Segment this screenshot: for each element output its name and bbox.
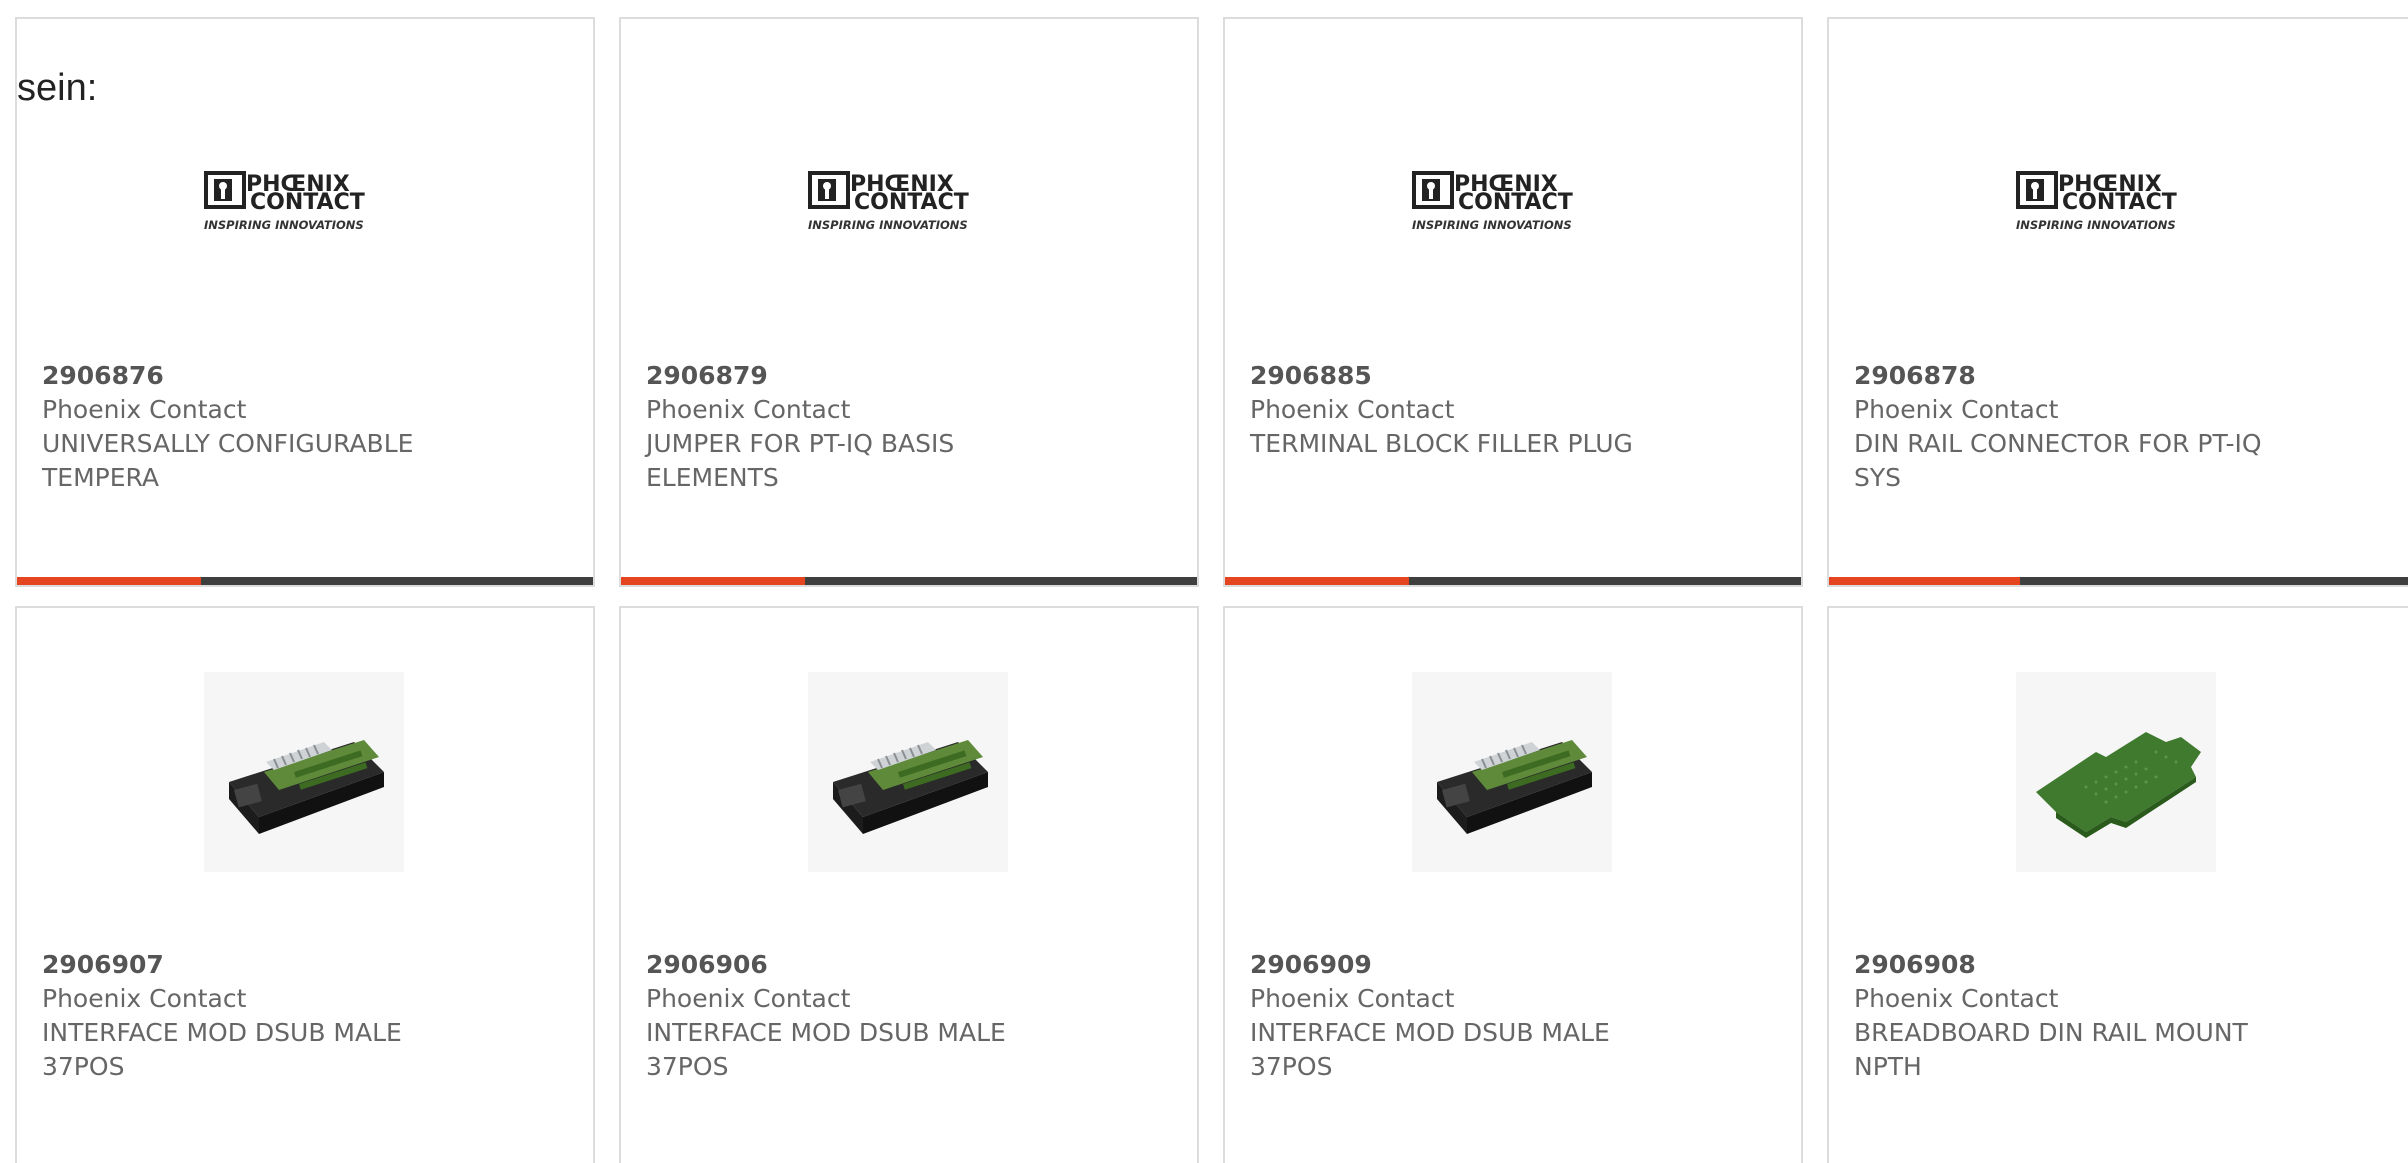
product-image-logo[interactable]: PHŒNIX CONTACT INSPIRING INNOVATIONS (204, 149, 404, 259)
manufacturer: Phoenix Contact (42, 984, 247, 1013)
manufacturer: Phoenix Contact (646, 395, 851, 424)
product-image-logo[interactable]: PHŒNIX CONTACT INSPIRING INNOVATIONS (808, 149, 1008, 259)
part-number[interactable]: 2906876 (42, 359, 462, 393)
product-card[interactable]: PHŒNIX CONTACT INSPIRING INNOVATIONS 290… (1223, 17, 1803, 587)
product-card[interactable]: PHŒNIX CONTACT INSPIRING INNOVATIONS 290… (1827, 17, 2408, 587)
part-number[interactable]: 2906907 (42, 948, 462, 982)
product-info: 2906879 Phoenix Contact JUMPER FOR PT-IQ… (646, 359, 1066, 495)
phoenix-contact-logo-icon: PHŒNIX CONTACT INSPIRING INNOVATIONS (1412, 171, 1573, 232)
logo-word-2: CONTACT (854, 190, 969, 215)
product-description: INTERFACE MOD DSUB MALE 37POS (1250, 1018, 1610, 1081)
product-image-interface-module[interactable] (204, 672, 404, 872)
part-number[interactable]: 2906909 (1250, 948, 1670, 982)
product-card[interactable]: 2906909 Phoenix Contact INTERFACE MOD DS… (1223, 606, 1803, 1163)
product-info: 2906909 Phoenix Contact INTERFACE MOD DS… (1250, 948, 1670, 1084)
product-info: 2906907 Phoenix Contact INTERFACE MOD DS… (42, 948, 462, 1084)
product-description: UNIVERSALLY CONFIGURABLE TEMPERA (42, 429, 414, 492)
product-description: BREADBOARD DIN RAIL MOUNT NPTH (1854, 1018, 2248, 1081)
manufacturer: Phoenix Contact (1250, 395, 1455, 424)
product-info: 2906908 Phoenix Contact BREADBOARD DIN R… (1854, 948, 2274, 1084)
product-card[interactable]: PHŒNIX CONTACT INSPIRING INNOVATIONS 290… (619, 17, 1199, 587)
product-image-interface-module[interactable] (1412, 672, 1612, 872)
product-card[interactable]: sein: PHŒNIX CONTACT INSPIRING INNOVATIO… (15, 17, 595, 587)
part-number[interactable]: 2906879 (646, 359, 1066, 393)
product-image-logo[interactable]: PHŒNIX CONTACT INSPIRING INNOVATIONS (1412, 149, 1612, 259)
phoenix-contact-logo-icon: PHŒNIX CONTACT INSPIRING INNOVATIONS (808, 171, 969, 232)
logo-word-2: CONTACT (1458, 190, 1573, 215)
card-hover-bar-accent (1829, 577, 2020, 585)
manufacturer: Phoenix Contact (646, 984, 851, 1013)
product-info: 2906906 Phoenix Contact INTERFACE MOD DS… (646, 948, 1066, 1084)
logo-word-2: CONTACT (2062, 190, 2177, 215)
manufacturer: Phoenix Contact (1854, 984, 2059, 1013)
interface-module-icon (1412, 672, 1612, 872)
product-image-logo[interactable]: PHŒNIX CONTACT INSPIRING INNOVATIONS (2016, 149, 2216, 259)
card-hover-bar (1225, 577, 1801, 585)
product-description: DIN RAIL CONNECTOR FOR PT-IQ SYS (1854, 429, 2262, 492)
product-description: INTERFACE MOD DSUB MALE 37POS (42, 1018, 402, 1081)
logo-tagline: INSPIRING INNOVATIONS (1412, 218, 1572, 232)
product-image-interface-module[interactable] (808, 672, 1008, 872)
logo-tagline: INSPIRING INNOVATIONS (808, 218, 968, 232)
card-hover-bar-accent (17, 577, 202, 585)
card-hover-bar (621, 577, 1197, 585)
manufacturer: Phoenix Contact (1250, 984, 1455, 1013)
product-card[interactable]: 2906908 Phoenix Contact BREADBOARD DIN R… (1827, 606, 2408, 1163)
logo-word-2: CONTACT (250, 190, 365, 215)
phoenix-contact-logo-icon: PHŒNIX CONTACT INSPIRING INNOVATIONS (204, 171, 365, 232)
product-description: INTERFACE MOD DSUB MALE 37POS (646, 1018, 1006, 1081)
product-info: 2906885 Phoenix Contact TERMINAL BLOCK F… (1250, 359, 1670, 461)
card-hover-bar (17, 577, 593, 585)
product-card[interactable]: 2906907 Phoenix Contact INTERFACE MOD DS… (15, 606, 595, 1163)
logo-tagline: INSPIRING INNOVATIONS (204, 218, 364, 232)
part-number[interactable]: 2906906 (646, 948, 1066, 982)
product-grid-page: sein: PHŒNIX CONTACT INSPIRING INNOVATIO… (0, 0, 2408, 1163)
part-number[interactable]: 2906878 (1854, 359, 2274, 393)
part-number[interactable]: 2906908 (1854, 948, 2274, 982)
card-hover-bar (1829, 577, 2408, 585)
product-card[interactable]: 2906906 Phoenix Contact INTERFACE MOD DS… (619, 606, 1199, 1163)
interface-module-icon (204, 672, 404, 872)
phoenix-contact-logo-icon: PHŒNIX CONTACT INSPIRING INNOVATIONS (2016, 171, 2177, 232)
breadboard-icon (2016, 672, 2216, 872)
logo-tagline: INSPIRING INNOVATIONS (2016, 218, 2176, 232)
intro-text: sein: (17, 67, 98, 109)
manufacturer: Phoenix Contact (42, 395, 247, 424)
product-description: JUMPER FOR PT-IQ BASIS ELEMENTS (646, 429, 955, 492)
card-hover-bar-accent (1225, 577, 1410, 585)
product-image-breadboard[interactable] (2016, 672, 2216, 872)
product-description: TERMINAL BLOCK FILLER PLUG (1250, 429, 1633, 458)
manufacturer: Phoenix Contact (1854, 395, 2059, 424)
part-number[interactable]: 2906885 (1250, 359, 1670, 393)
interface-module-icon (808, 672, 1008, 872)
product-info: 2906878 Phoenix Contact DIN RAIL CONNECT… (1854, 359, 2274, 495)
card-hover-bar-accent (621, 577, 806, 585)
product-info: 2906876 Phoenix Contact UNIVERSALLY CONF… (42, 359, 462, 495)
